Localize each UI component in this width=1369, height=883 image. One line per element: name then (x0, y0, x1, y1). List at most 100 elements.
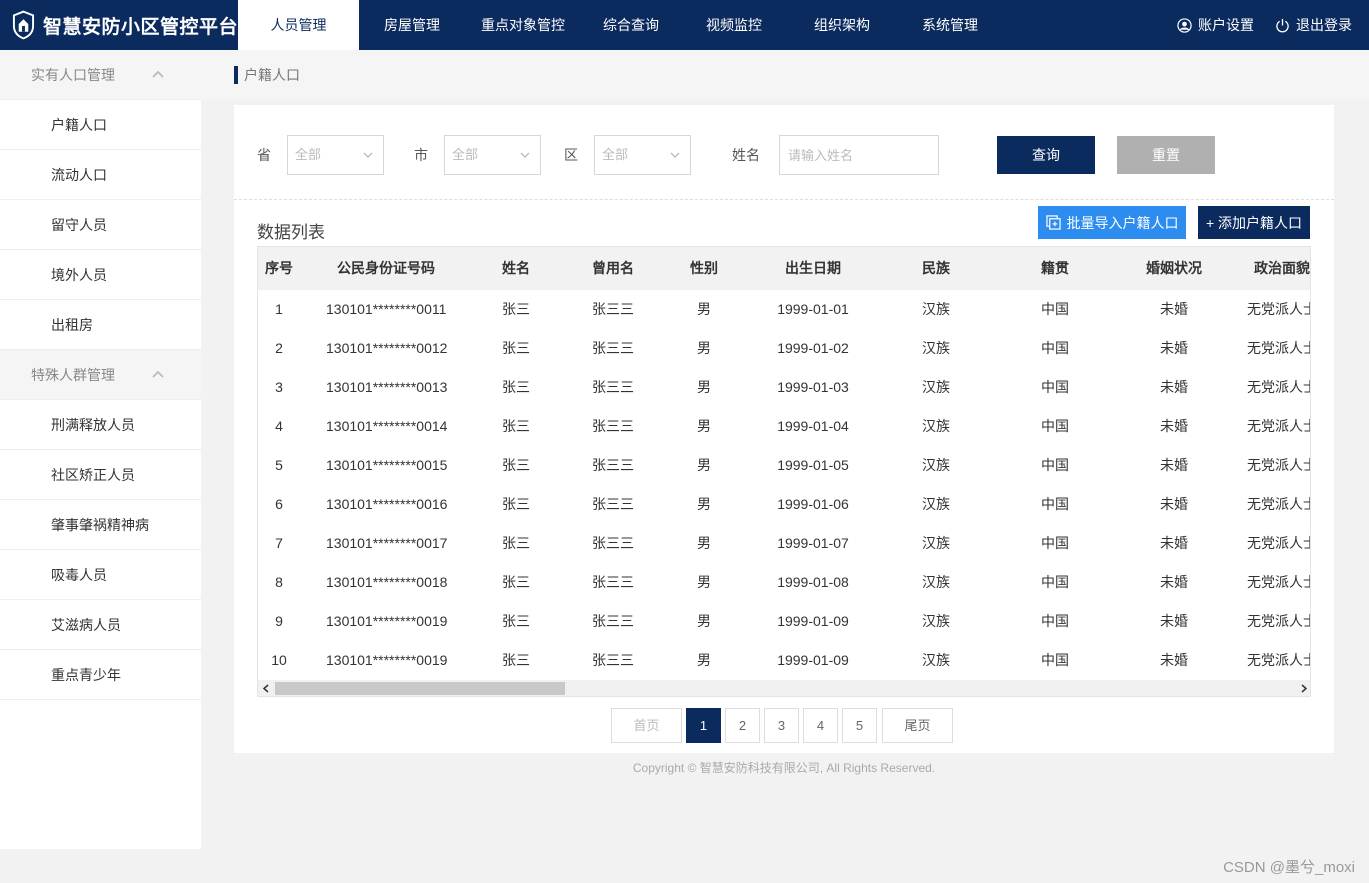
cell-col-birthdate: 1999-01-03 (777, 379, 849, 395)
query-button[interactable]: 查询 (997, 136, 1095, 174)
shield-house-icon (12, 10, 35, 40)
reset-button[interactable]: 重置 (1117, 136, 1215, 174)
cell-col-id-number: 130101********0015 (326, 457, 448, 473)
list-title: 数据列表 (257, 223, 325, 242)
cell-col-birthdate: 1999-01-09 (777, 652, 849, 668)
copyright: Copyright © 智慧安防科技有限公司, All Rights Reser… (632, 761, 936, 775)
table-row[interactable]: 1 130101********0011 张三 张三三男 1999-01-01 汉族 中国未… (258, 290, 1310, 329)
cell-col-origin: 中国 (1041, 535, 1069, 551)
power-icon (1276, 18, 1289, 32)
cell-col-birthdate: 1999-01-08 (777, 574, 849, 590)
table-row[interactable]: 4 130101********0014 张三 张三三男 1999-01-04 汉族 中国未… (258, 407, 1310, 446)
cell-col-origin: 中国 (1041, 379, 1069, 395)
table-row[interactable]: 6 130101********0016 张三 张三三男 1999-01-06 汉族 中国未… (258, 485, 1310, 524)
nav-query[interactable]: 综合查询 (581, 0, 681, 50)
sidebar-item-aids[interactable]: 艾滋病人员 (0, 600, 201, 650)
table-row[interactable]: 10 130101********0019 张三 张三三男 1999-01-09 汉族 中国… (258, 641, 1311, 680)
breadcrumb-marker (234, 66, 238, 84)
cell-col-id-number: 130101********0019 (326, 613, 448, 629)
cell-col-marital: 未婚 (1160, 457, 1188, 473)
first-page-button[interactable]: 首页 (611, 708, 682, 743)
page-button-1[interactable]: 1 (686, 708, 721, 743)
logout-link[interactable]: 退出登录 (1275, 0, 1352, 50)
add-resident-button[interactable]: + 添加户籍人口 (1198, 206, 1310, 239)
cell-col-ethnicity: 汉族 (922, 457, 950, 473)
nav-key-objects[interactable]: 重点对象管控 (465, 0, 581, 50)
name-input[interactable] (779, 135, 939, 175)
sidebar-group-population[interactable]: 实有人口管理 (0, 50, 201, 100)
nav-housing[interactable]: 房屋管理 (359, 0, 465, 50)
cell-col-political: 无党派人士 (1247, 613, 1311, 629)
cell-col-ethnicity: 汉族 (922, 340, 950, 356)
logo[interactable]: 智慧安防小区管控平台 (0, 0, 238, 50)
page-button-3[interactable]: 3 (764, 708, 799, 743)
sidebar-item-registered[interactable]: 户籍人口 (0, 100, 201, 150)
city-select[interactable]: 全部 (444, 135, 541, 175)
table-row[interactable]: 9 130101********0019 张三 张三三男 1999-01-09 汉族 中国未… (258, 602, 1311, 641)
cell-col-birthdate: 1999-01-02 (777, 340, 849, 356)
cell-col-id-number: 130101********0014 (326, 418, 448, 434)
cell-col-gender: 男 (697, 613, 711, 629)
nav-org[interactable]: 组织架构 (787, 0, 897, 50)
watermark: CSDN @墨兮_moxi (1223, 859, 1355, 876)
cell-col-origin: 中国 (1041, 340, 1069, 356)
page-button-2[interactable]: 2 (725, 708, 760, 743)
scroll-left-icon[interactable] (262, 684, 270, 693)
sidebar-item-rental[interactable]: 出租房 (0, 300, 201, 350)
user-circle-icon (1177, 17, 1192, 33)
sidebar-group-label: 特殊人群管理 (31, 366, 115, 383)
horizontal-scrollbar[interactable] (258, 680, 1310, 696)
cell-col-ethnicity: 汉族 (922, 613, 950, 629)
table-row[interactable]: 2 130101********0012 张三 张三三男 1999-01-02 汉族 中国未… (258, 329, 1310, 368)
scrollbar-thumb[interactable] (275, 682, 565, 695)
nav-system[interactable]: 系统管理 (897, 0, 1003, 50)
district-select[interactable]: 全部 (594, 135, 691, 175)
sidebar-item-foreign[interactable]: 境外人员 (0, 250, 201, 300)
sidebar-group-label: 实有人口管理 (31, 66, 115, 83)
cell-col-id-number: 130101********0016 (326, 496, 448, 512)
table-row[interactable]: 7 130101********0017 张三 张三三男 1999-01-07 汉族 中国未… (258, 524, 1310, 563)
cell-col-id-number: 130101********0012 (326, 340, 448, 356)
cell-col-birthdate: 1999-01-04 (777, 418, 849, 434)
cell-col-marital: 未婚 (1160, 340, 1188, 356)
district-label: 区 (564, 147, 578, 163)
nav-people[interactable]: 人员管理 (238, 0, 359, 50)
cell-col-id-number: 130101********0018 (326, 574, 448, 590)
cell-col-marital: 未婚 (1160, 301, 1188, 317)
sidebar-item-released[interactable]: 刑满释放人员 (0, 400, 201, 450)
breadcrumb-text: 户籍人口 (244, 67, 300, 83)
header-col-id-number: 公民身份证号码 (337, 260, 435, 276)
header-col-ethnicity: 民族 (922, 260, 950, 276)
cell-col-id-number: 130101********0011 (326, 301, 447, 317)
page-button-5[interactable]: 5 (842, 708, 877, 743)
sidebar-item-youth[interactable]: 重点青少年 (0, 650, 201, 700)
cell-col-gender: 男 (697, 301, 711, 317)
sidebar-item-left-behind[interactable]: 留守人员 (0, 200, 201, 250)
table-row[interactable]: 3 130101********0013 张三 张三三男 1999-01-03 汉族 中国未… (258, 368, 1310, 407)
sidebar-group-special[interactable]: 特殊人群管理 (0, 350, 201, 400)
cell-col-origin: 中国 (1041, 613, 1069, 629)
table-row[interactable]: 8 130101********0018 张三 张三三男 1999-01-08 汉族 中国未… (258, 563, 1310, 602)
nav-video[interactable]: 视频监控 (681, 0, 787, 50)
cell-col-ethnicity: 汉族 (922, 301, 950, 317)
city-value: 全部 (452, 147, 479, 162)
batch-import-button[interactable]: 批量导入户籍人口 (1038, 206, 1186, 239)
account-settings-link[interactable]: 账户设置 (1177, 0, 1254, 50)
cell-col-ethnicity: 汉族 (922, 535, 950, 551)
sidebar-item-floating[interactable]: 流动人口 (0, 150, 201, 200)
province-select[interactable]: 全部 (287, 135, 384, 175)
sidebar-item-mental[interactable]: 肇事肇祸精神病 (0, 500, 201, 550)
batch-import-label: 批量导入户籍人口 (1066, 214, 1179, 231)
scroll-right-icon[interactable] (1300, 684, 1308, 693)
chevron-down-icon (363, 152, 373, 158)
cell-col-ethnicity: 汉族 (922, 574, 950, 590)
last-page-button[interactable]: 尾页 (882, 708, 953, 743)
table-row[interactable]: 5 130101********0015 张三 张三三男 1999-01-05 汉族 中国未… (258, 446, 1311, 485)
sidebar-item-drug[interactable]: 吸毒人员 (0, 550, 201, 600)
sidebar-item-community-correction[interactable]: 社区矫正人员 (0, 450, 201, 500)
sidebar: 实有人口管理 户籍人口 流动人口 留守人员 境外人员 出租房 特殊人群管理 刑满… (0, 50, 201, 849)
cell-col-political: 无党派人士 (1247, 652, 1311, 668)
cell-col-political: 无党派人士 (1247, 457, 1311, 473)
cell-col-birthdate: 1999-01-07 (777, 535, 849, 551)
page-button-4[interactable]: 4 (803, 708, 838, 743)
